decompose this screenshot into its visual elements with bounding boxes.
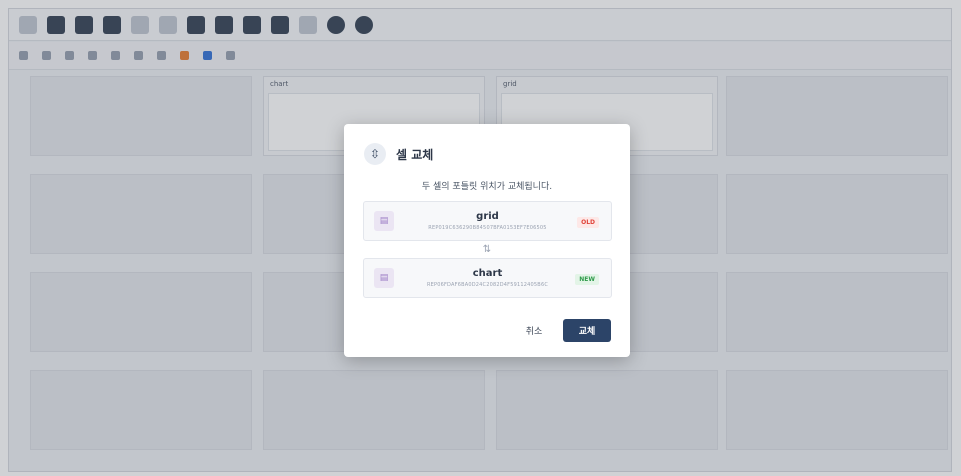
dialog-message: 두 셀의 포틀릿 위치가 교체됩니다. xyxy=(421,182,553,192)
portlet-id: REP06FDAF6BA0D24C2082D4F59112405B6C xyxy=(426,282,549,288)
swap-arrows-icon: ⇅ xyxy=(482,244,492,255)
status-badge: NEW xyxy=(575,274,599,285)
status-badge: OLD xyxy=(577,217,599,228)
confirm-swap-button[interactable]: 교체 xyxy=(563,319,611,342)
portlet-id: REP019C636290B84507BFA0153EF7E06505 xyxy=(428,225,547,231)
cancel-button[interactable]: 취소 xyxy=(514,320,554,341)
new-portlet-card: ▤ chart REP06FDAF6BA0D24C2082D4F59112405… xyxy=(363,258,612,298)
old-portlet-card: ▤ grid REP019C636290B84507BFA0153EF7E065… xyxy=(363,201,612,241)
portlet-name: chart xyxy=(472,268,503,279)
dialog-title: 셀 교체 xyxy=(396,148,434,162)
swap-icon: ⇳ xyxy=(364,143,386,165)
portlet-name: grid xyxy=(476,211,499,222)
